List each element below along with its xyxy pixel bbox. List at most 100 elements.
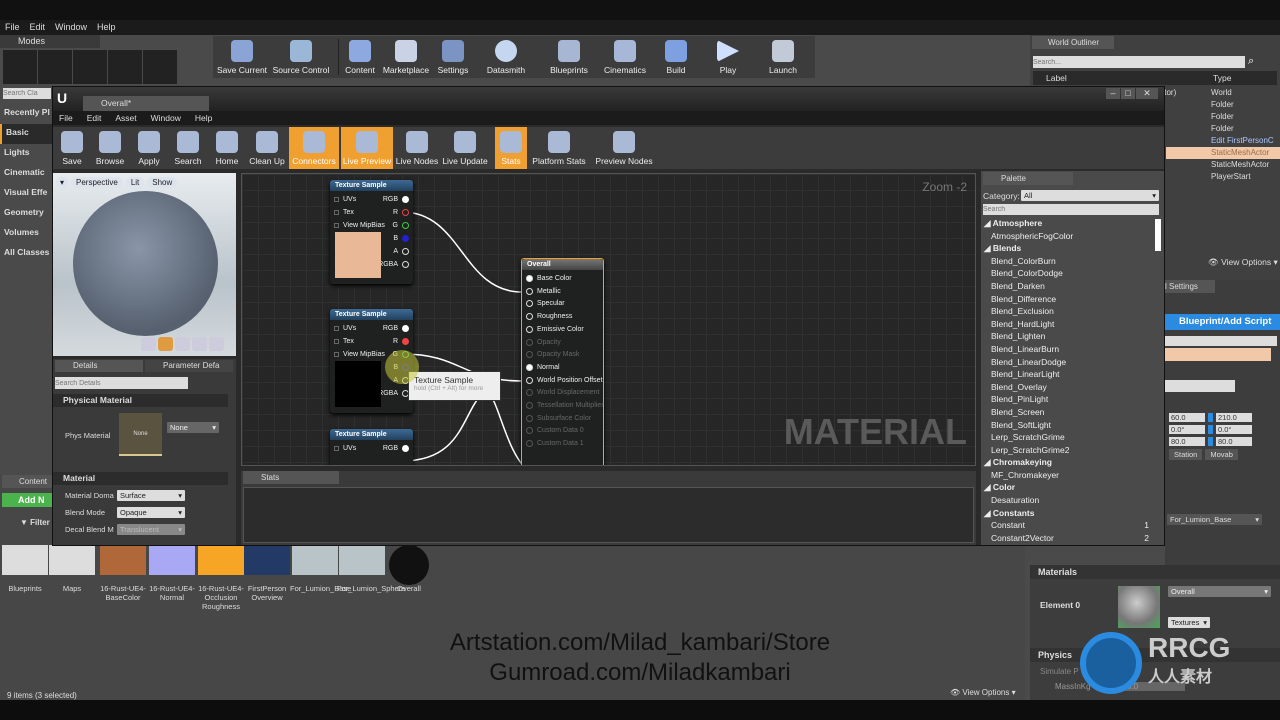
material-input-pin[interactable]: Specular [522,297,565,310]
mode-recent[interactable]: Recently Pl [0,104,52,124]
input-pin[interactable]: UVs [330,442,356,455]
toolbar-preview-nodes-button[interactable]: Preview Nodes [591,127,657,169]
input-pin[interactable]: UVs [330,322,356,335]
material-input-pin[interactable]: Emissive Color [522,323,584,336]
preview-viewport[interactable]: ▾ Perspective Lit Show [53,173,236,356]
source-control-button[interactable]: Source Control [271,36,331,78]
material-input-pin[interactable]: Opacity [522,336,561,349]
mode-lights[interactable]: Lights [0,144,52,164]
asset-tile[interactable]: For_Lumion_Sphere [337,545,405,593]
palette-category[interactable]: ◢ Chromakeying [981,456,1153,469]
palette-item[interactable]: Blend_Lighten [981,330,1153,343]
selected-actor-row[interactable] [1165,348,1271,361]
menu-window[interactable]: Window [55,20,87,35]
textures-button[interactable]: Textures [1168,617,1210,628]
menu-help[interactable]: Help [97,20,116,35]
material-graph[interactable]: Zoom -2 MATERIAL Texture Sample UVs Tex Vie… [241,173,976,466]
parameter-defaults-tab[interactable]: Parameter Defa [145,360,233,372]
palette-item[interactable]: Blend_LinearDodge [981,356,1153,369]
asset-tile[interactable]: 16-Rust-UE4-Normal [147,545,197,602]
palette-item[interactable]: Blend_SoftLight [981,419,1153,432]
asset-tile[interactable]: For_Lumion_Base [290,545,351,593]
asset-tile[interactable]: FirstPerson Overview [242,545,292,602]
outliner-row[interactable]: Folder [1166,99,1280,111]
editor-menu-asset[interactable]: Asset [115,111,136,125]
outliner-row-selected[interactable]: StaticMeshActor [1166,147,1280,159]
details-tab[interactable]: l Settings [1165,280,1215,293]
palette-item[interactable]: Desaturation [981,494,1153,507]
palette-item[interactable]: Constant 1 [981,519,1153,532]
toolbar-connectors-button[interactable]: Connectors [289,127,339,169]
modes-tab[interactable]: Modes [0,35,100,48]
outliner-row[interactable]: Folder [1166,111,1280,123]
material-input-pin[interactable]: Opacity Mask [522,348,579,361]
input-pin[interactable]: Tex [330,206,354,219]
rotation-z[interactable]: 0.0° [1216,425,1252,434]
static-mesh-dropdown[interactable]: For_Lumion_Base [1167,514,1262,525]
editor-menu-help[interactable]: Help [195,111,212,125]
palette-item[interactable]: Blend_LinearBurn [981,343,1153,356]
landscape-mode-icon[interactable] [73,50,107,84]
menu-edit[interactable]: Edit [30,20,46,35]
palette-item[interactable]: Constant2Vector 2 [981,532,1153,545]
blend-mode-dropdown[interactable]: Opaque [117,507,185,518]
toolbar-live-update-button[interactable]: Live Update [441,127,489,169]
editor-menu-window[interactable]: Window [151,111,181,125]
outliner-view-options[interactable]: 👁 View Options ▾ [1208,257,1278,268]
material-input-pin[interactable]: Tessellation Multiplier [522,399,604,412]
asset-tile[interactable]: 16-Rust-UE4-Occlusion Roughness [196,545,246,611]
mode-basic[interactable]: Basic [0,124,52,144]
asset-tile[interactable]: Overall [384,545,434,593]
palette-item[interactable]: Blend_PinLight [981,393,1153,406]
editor-menu-file[interactable]: File [59,111,73,125]
save-current-button[interactable]: Save Current [217,36,267,78]
asset-tile[interactable]: Blueprints [0,545,50,593]
palette-item[interactable]: Blend_LinearLight [981,368,1153,381]
toolbar-stats-button[interactable]: Stats [495,127,527,169]
mode-geometry[interactable]: Geometry [0,204,52,224]
content-button[interactable]: Content [341,36,379,78]
scale-z[interactable]: 80.0 [1216,437,1252,446]
col-type[interactable]: Type [1213,71,1231,85]
outliner-row[interactable]: Edit FirstPersonC [1166,135,1280,147]
palette-category[interactable]: ◢ Constants [981,507,1153,520]
outliner-search[interactable] [1033,56,1245,68]
play-button[interactable]: Play [713,36,743,78]
show-button[interactable]: Show [147,177,178,188]
blueprints-button[interactable]: Blueprints [545,36,593,78]
toolbar-live-preview-button[interactable]: Live Preview [341,127,393,169]
output-pin[interactable]: RGB [383,193,413,206]
material-input-pin[interactable]: Roughness [522,310,572,323]
material-dropdown[interactable]: Overall [1168,586,1271,597]
scale-y[interactable]: 80.0 [1169,437,1205,446]
input-pin[interactable]: View MipBias [330,219,385,232]
toolbar-apply-button[interactable]: Apply [131,127,167,169]
palette-item[interactable]: Lerp_ScratchGrime2 [981,444,1153,457]
lit-button[interactable]: Lit [125,177,145,188]
material-input-pin[interactable]: Normal [522,361,560,374]
toolbar-home-button[interactable]: Home [209,127,245,169]
palette-item[interactable]: AtmosphericFogColor [981,230,1153,243]
material-input-pin[interactable]: Metallic [522,285,561,298]
cinematics-button[interactable]: Cinematics [601,36,649,78]
minimize-button[interactable]: – [1106,88,1120,99]
palette-item[interactable]: Blend_Difference [981,293,1153,306]
palette-category[interactable]: ◢ Color [981,481,1153,494]
mode-volumes[interactable]: Volumes [0,224,52,244]
palette-item[interactable]: Blend_ColorDodge [981,267,1153,280]
palette-search[interactable] [983,204,1159,215]
palette-item[interactable]: Blend_Exclusion [981,305,1153,318]
material-input-pin[interactable]: Base Color [522,272,572,285]
input-pin[interactable]: UVs [330,193,356,206]
palette-scrollbar[interactable] [1155,219,1161,251]
close-button[interactable]: ✕ [1136,88,1158,99]
output-pin[interactable]: RGBA [378,258,413,271]
stats-tab[interactable]: Stats [243,471,339,484]
material-input-pin[interactable]: World Displacement [522,386,600,399]
output-pin[interactable]: A [393,245,413,258]
build-button[interactable]: Build [661,36,691,78]
cylinder-icon[interactable] [141,337,156,351]
material-input-pin[interactable]: Custom Data 0 [522,424,584,437]
material-result-node[interactable]: Overall Base Color Metallic Specular Roughne… [521,258,604,465]
asset-tile[interactable]: 16-Rust-UE4-BaseColor [98,545,148,602]
